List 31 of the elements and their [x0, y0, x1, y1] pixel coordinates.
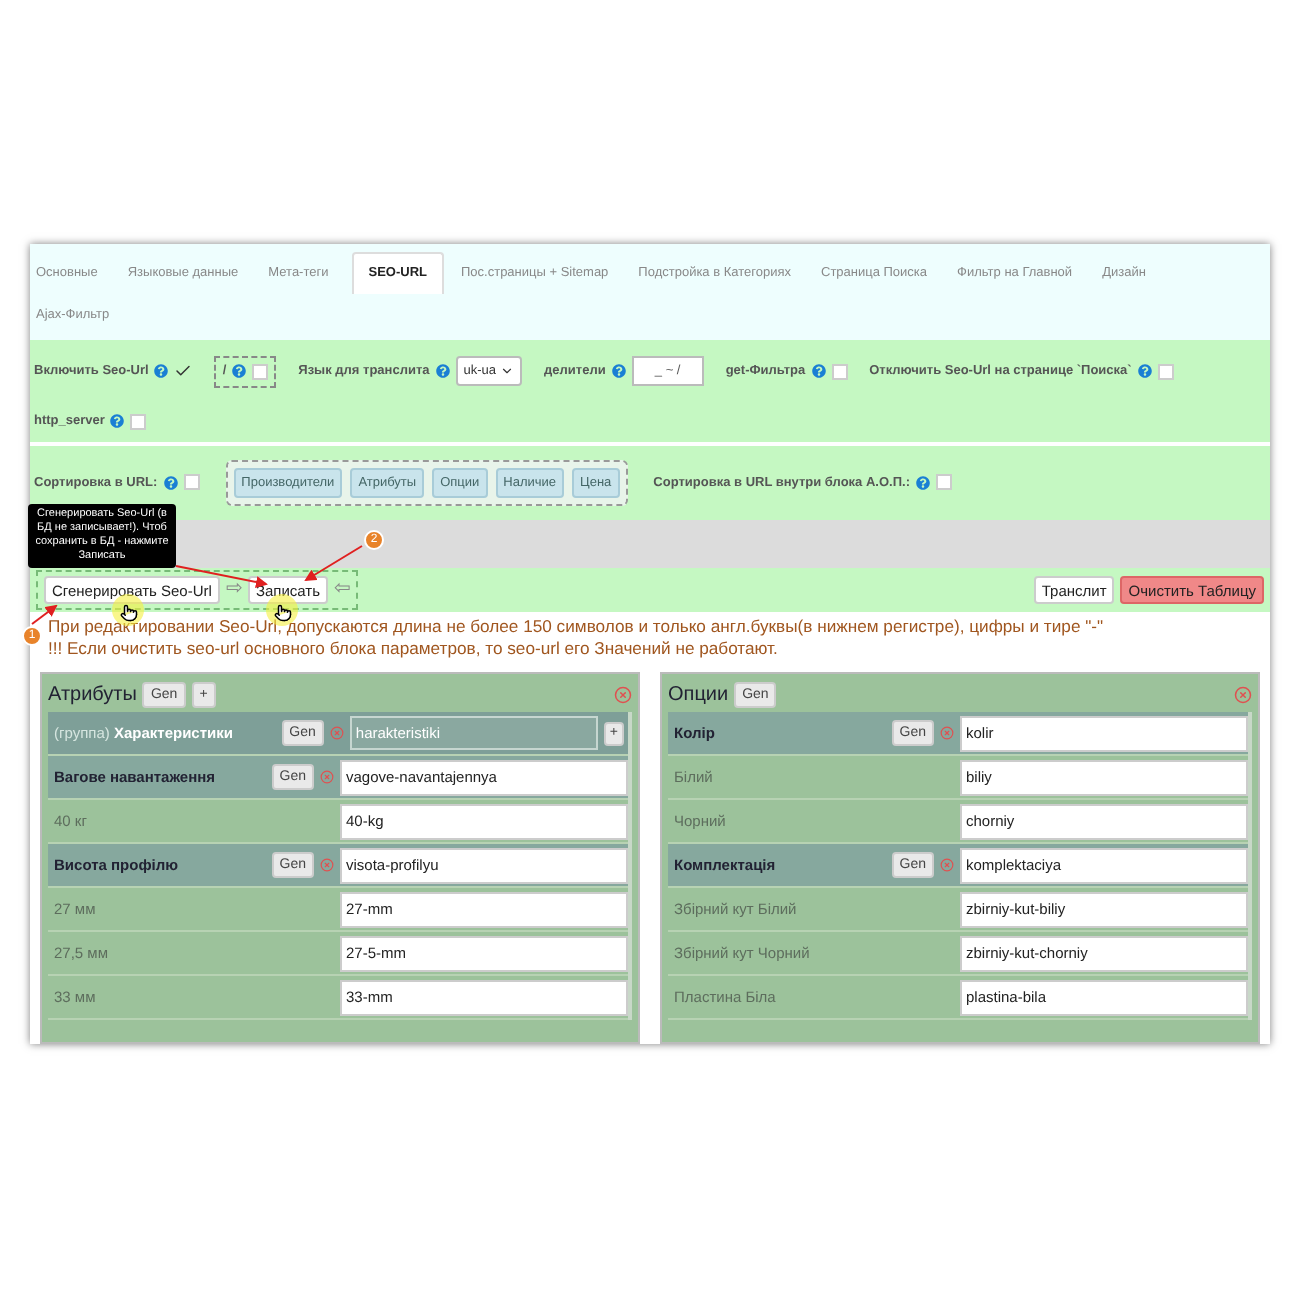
help-icon[interactable]	[915, 475, 930, 490]
checkbox[interactable]	[1157, 363, 1174, 380]
help-icon[interactable]	[1137, 364, 1152, 379]
help-icon[interactable]	[435, 364, 450, 379]
checkbox[interactable]	[831, 363, 848, 380]
remove-icon[interactable]	[320, 858, 334, 873]
remove-icon[interactable]	[940, 726, 954, 741]
checkbox[interactable]	[130, 413, 147, 430]
chevron-icon	[500, 364, 515, 379]
help-icon[interactable]	[110, 414, 125, 429]
arrow-sign: ⇦	[334, 580, 350, 601]
panel-title: Атрибуты	[48, 681, 137, 710]
checkbox[interactable]	[935, 474, 952, 491]
panel-title: Опции	[668, 681, 729, 710]
help-icon[interactable]	[811, 364, 826, 379]
checkbox[interactable]	[174, 362, 193, 381]
arrow-sign: ⇨	[225, 580, 242, 601]
close-icon[interactable]	[1234, 685, 1252, 704]
checkbox[interactable]	[252, 363, 269, 380]
help-icon[interactable]	[232, 364, 247, 379]
help-icon[interactable]	[611, 364, 626, 379]
note-text: !!! Если очистить seo-url основного блока параметров, то seo-url его Значений не работают.	[48, 637, 778, 659]
help-icon[interactable]	[154, 364, 169, 379]
remove-icon[interactable]	[329, 726, 344, 741]
note-text: При редактировании Seo-Url, допускаются длина не более 150 символов и только англ.буквы(в нижнем регистре), цифры и тире "-"	[48, 616, 1104, 638]
annotation-arrow	[304, 545, 363, 582]
help-icon[interactable]	[163, 475, 178, 490]
remove-icon[interactable]	[320, 770, 334, 785]
close-icon[interactable]	[614, 685, 632, 704]
checkbox[interactable]	[183, 474, 200, 491]
remove-icon[interactable]	[940, 858, 954, 873]
